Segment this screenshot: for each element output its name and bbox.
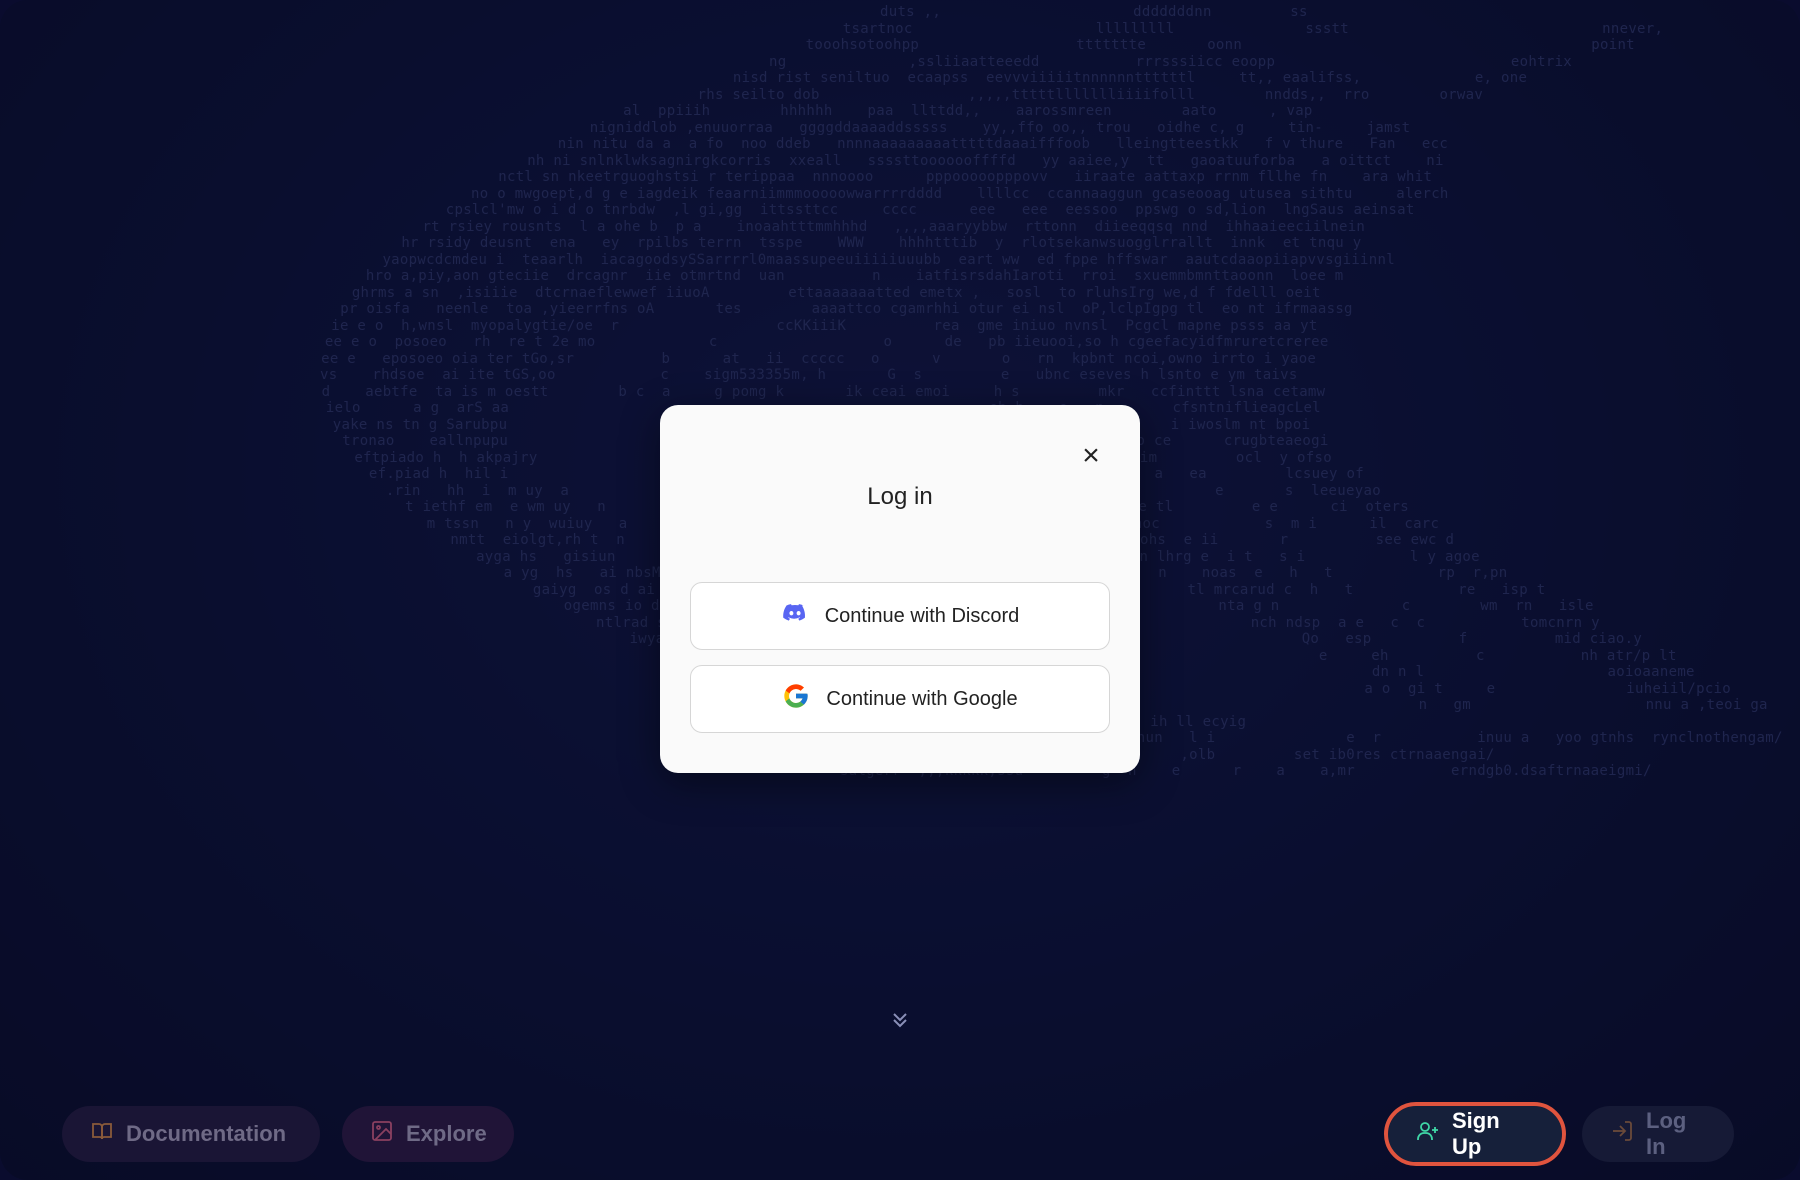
login-label: Log In — [1646, 1108, 1687, 1159]
documentation-button[interactable]: Documentation — [62, 1106, 320, 1162]
explore-button[interactable]: Explore — [342, 1106, 514, 1162]
signup-button[interactable]: Sign Up — [1384, 1102, 1566, 1166]
explore-label: Explore — [406, 1121, 487, 1146]
page-background: duts ,, dddddddnn sstsartnoc lllllllll s… — [0, 0, 1800, 1180]
user-plus-icon — [1416, 1119, 1440, 1149]
close-icon[interactable]: × — [1076, 441, 1106, 471]
login-button[interactable]: Log In — [1582, 1106, 1734, 1162]
bottom-navigation: Documentation Explore Sign Up Log In — [0, 1098, 1800, 1168]
discord-icon — [781, 599, 809, 633]
login-modal: × Log in Continue with Discord Continue … — [660, 405, 1140, 773]
google-icon — [782, 682, 810, 716]
continue-with-google-button[interactable]: Continue with Google — [690, 665, 1110, 733]
chevron-down-icon — [888, 1008, 912, 1032]
modal-title: Log in — [867, 483, 933, 510]
signup-label: Sign Up — [1452, 1108, 1500, 1159]
documentation-label: Documentation — [126, 1121, 287, 1146]
discord-button-label: Continue with Discord — [824, 604, 1020, 627]
image-icon — [370, 1119, 394, 1149]
login-icon — [1610, 1119, 1634, 1149]
google-button-label: Continue with Google — [826, 687, 1018, 710]
book-icon — [90, 1119, 114, 1149]
continue-with-discord-button[interactable]: Continue with Discord — [690, 582, 1110, 650]
